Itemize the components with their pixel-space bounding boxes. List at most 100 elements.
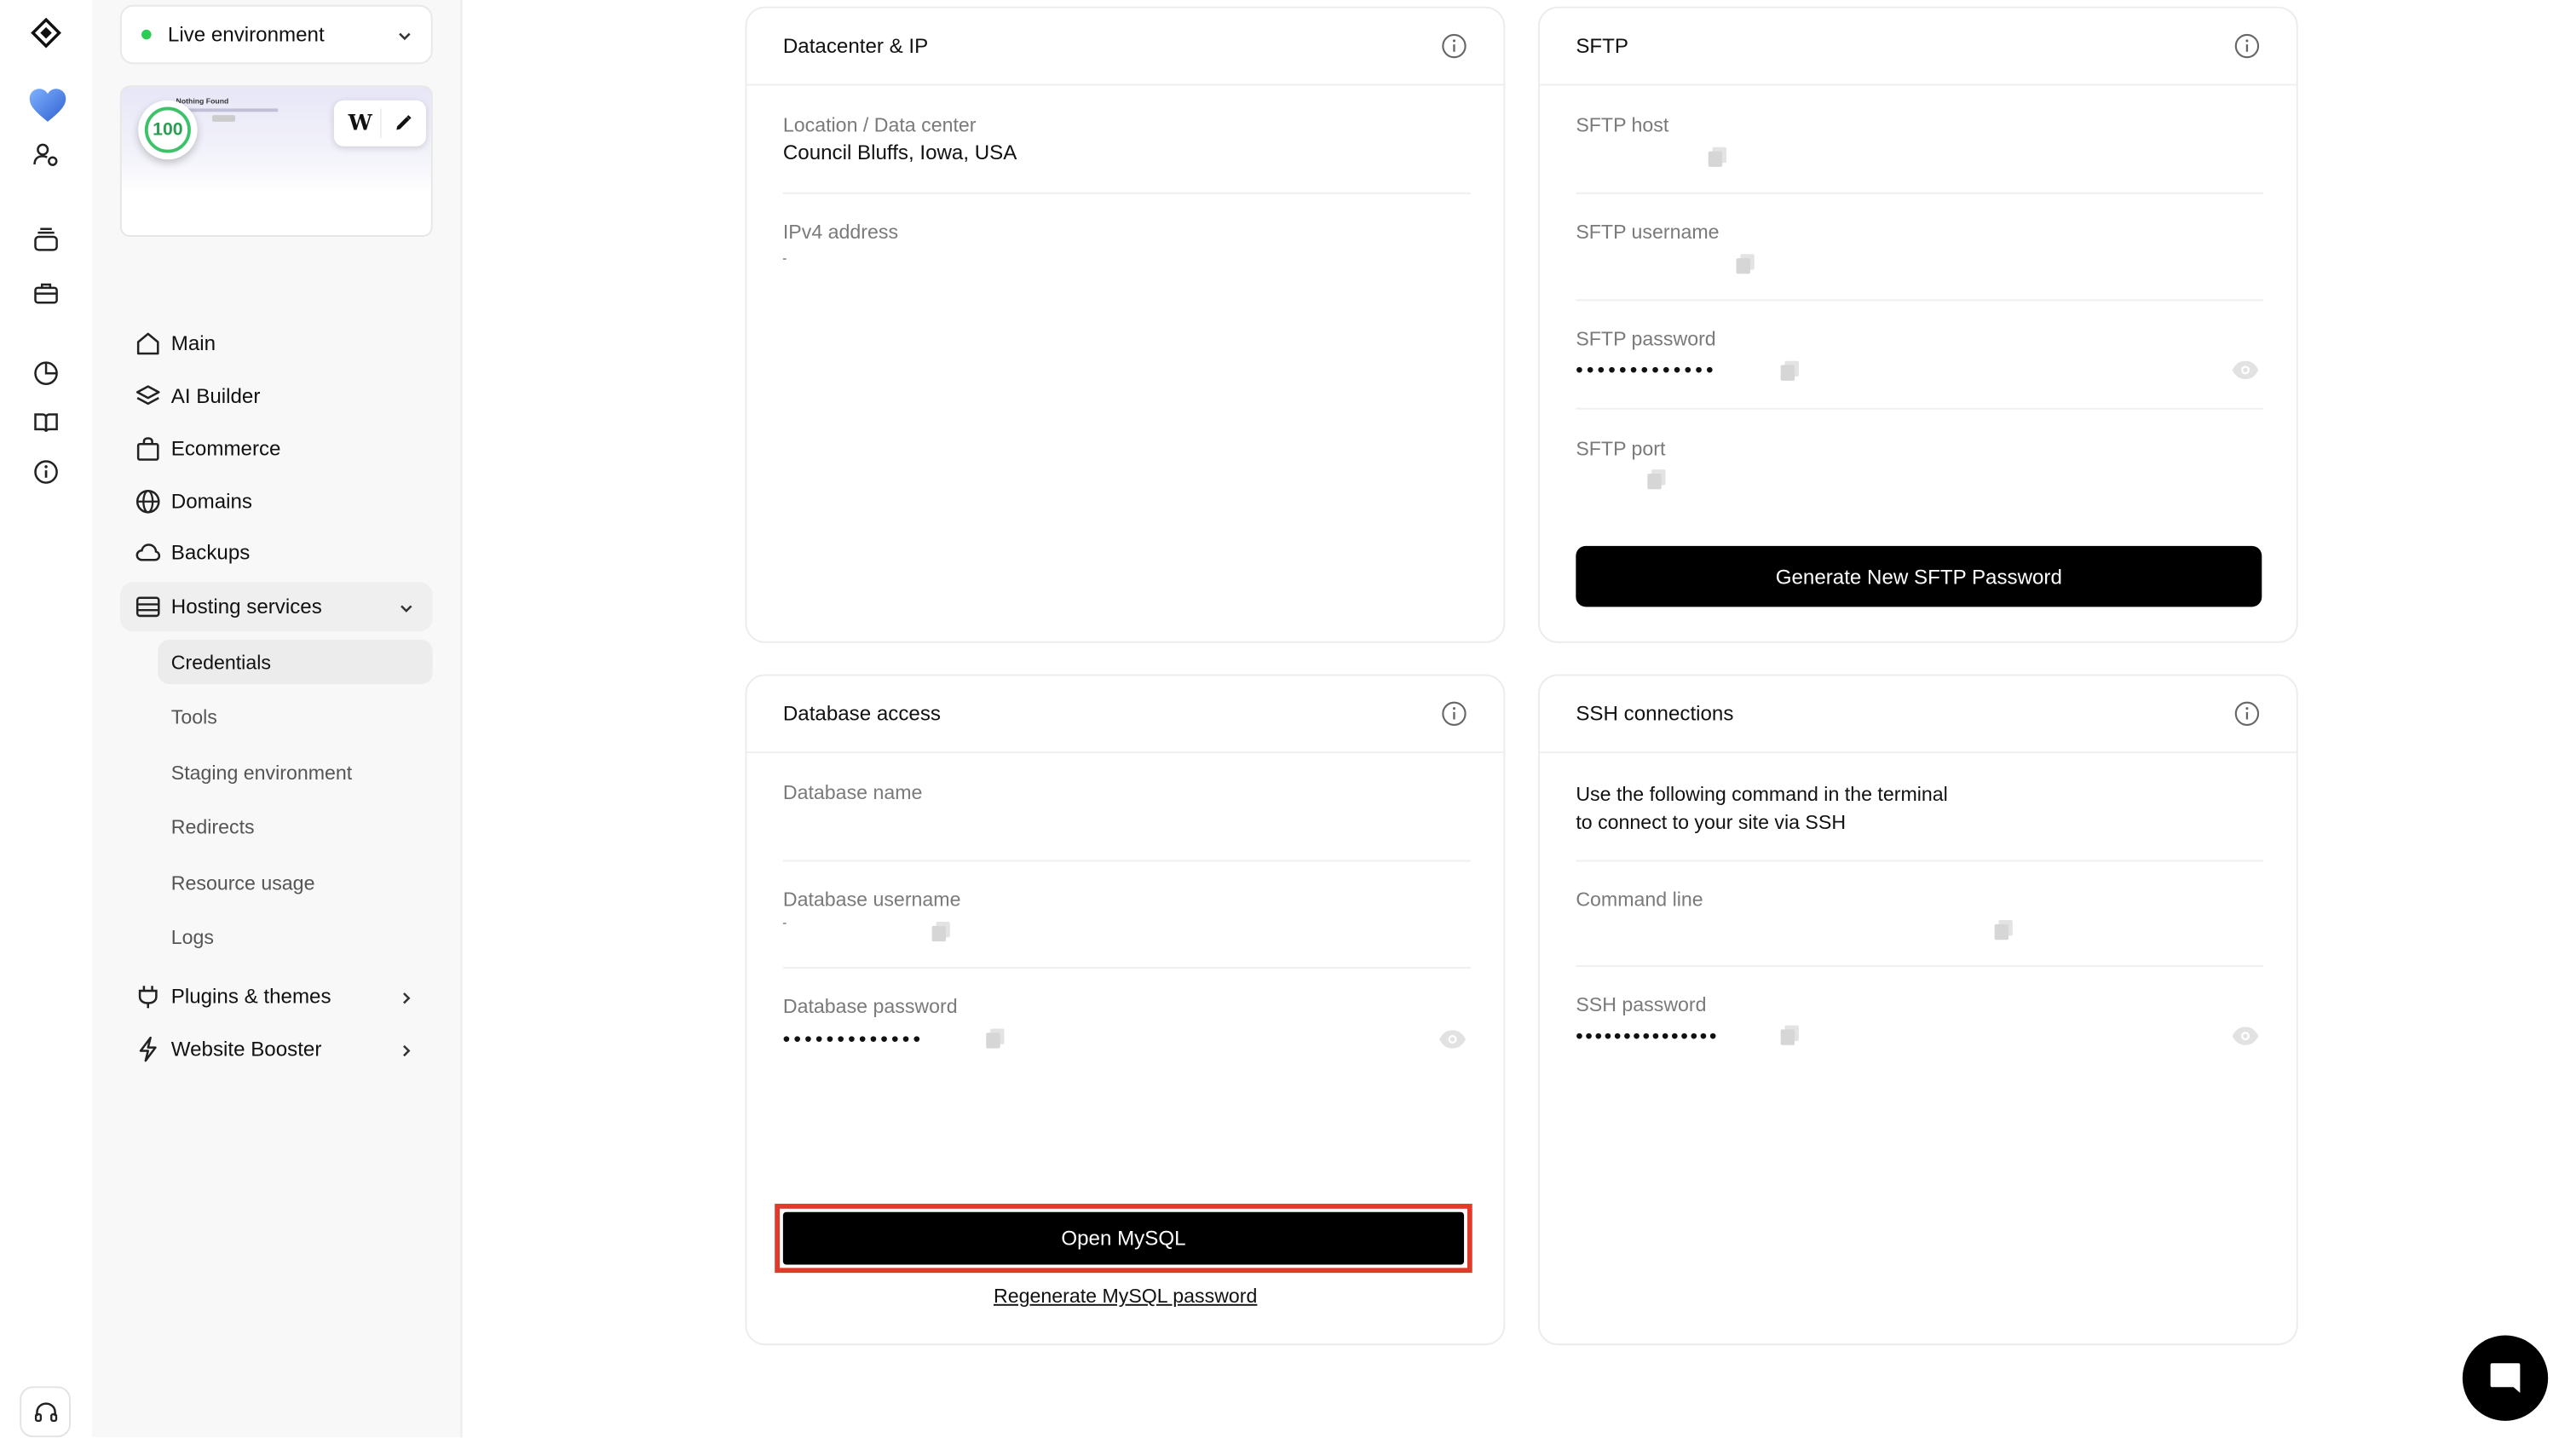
card-title: SFTP	[1576, 34, 1629, 58]
environment-label: Live environment	[167, 23, 325, 47]
database-name-label: Database name	[782, 780, 923, 804]
open-mysql-button[interactable]: Open MySQL	[782, 1211, 1465, 1265]
divider	[1576, 299, 2264, 302]
sidebar-item-label: Backups	[170, 541, 251, 565]
sidebar-item-label: Hosting services	[170, 595, 322, 618]
chevron-right-icon	[396, 986, 416, 1006]
ipv4-value	[782, 258, 787, 261]
copy-icon[interactable]	[1646, 469, 1666, 490]
divider	[782, 192, 1471, 194]
app-root: Live environment Nothing Found 100 W Mai…	[0, 0, 2576, 1438]
sftp-card: SFTP SFTP host SFTP username SFTP passwo…	[1537, 6, 2298, 643]
sidebar-subitem-label: Logs	[170, 924, 215, 948]
sidebar-item-backups[interactable]: Backups	[120, 528, 433, 578]
logo-icon[interactable]	[26, 13, 66, 52]
site-preview[interactable]: Nothing Found 100 W	[119, 85, 433, 237]
info-icon[interactable]	[32, 457, 61, 487]
sidebar-subitem-label: Staging environment	[170, 760, 353, 784]
sidebar-item-website-booster[interactable]: Website Booster	[120, 1025, 433, 1074]
chevron-down-icon	[395, 26, 414, 46]
environment-selector[interactable]: Live environment	[119, 4, 433, 65]
book-icon[interactable]	[32, 408, 61, 438]
sidebar-item-ai-builder[interactable]: AI Builder	[120, 371, 433, 421]
chat-launcher-button[interactable]	[2462, 1335, 2549, 1421]
divider	[1576, 407, 2264, 410]
sidebar-item-label: Plugins & themes	[170, 985, 331, 1009]
sidebar-item-hosting-services[interactable]: Hosting services	[119, 582, 433, 632]
copy-icon[interactable]	[1780, 360, 1800, 382]
plug-icon	[135, 983, 161, 1009]
ssh-card: SSH connections Use the following comman…	[1537, 674, 2298, 1346]
status-dot	[141, 29, 152, 40]
eye-icon[interactable]	[2231, 1025, 2261, 1048]
divider	[379, 108, 382, 139]
sidebar-subitem-label: Credentials	[170, 650, 271, 674]
sidebar-subitem-tools[interactable]: Tools	[158, 694, 432, 739]
stack-icon[interactable]	[32, 225, 61, 255]
card-header: Datacenter & IP	[746, 9, 1504, 86]
card-header: Database access	[746, 676, 1504, 754]
sidebar-item-domains[interactable]: Domains	[120, 477, 433, 526]
heart-icon[interactable]	[26, 83, 69, 126]
divider	[1576, 192, 2264, 194]
database-card: Database access Database name Database u…	[745, 674, 1506, 1346]
info-icon[interactable]	[1441, 33, 1467, 60]
sidebar-item-label: Website Booster	[170, 1038, 322, 1061]
ssh-password-label: SSH password	[1576, 992, 1707, 1016]
analytics-icon[interactable]	[32, 359, 61, 388]
divider	[1576, 965, 2264, 968]
sftp-password-label: SFTP password	[1576, 327, 1716, 351]
sidebar-subitem-redirects[interactable]: Redirects	[158, 804, 432, 848]
info-icon[interactable]	[1441, 700, 1467, 727]
edit-pencil-icon[interactable]	[389, 108, 418, 138]
home-icon	[135, 331, 161, 357]
divider	[782, 860, 1471, 862]
ssh-instructions-line2: to connect to your site via SSH	[1576, 810, 1847, 834]
location-value: Council Bluffs, Iowa, USA	[782, 141, 1017, 165]
sidebar-subitem-resource-usage[interactable]: Resource usage	[158, 860, 432, 905]
performance-score-value: 100	[144, 106, 191, 153]
regenerate-mysql-password-link[interactable]: Regenerate MySQL password	[994, 1285, 1257, 1308]
generate-sftp-password-button[interactable]: Generate New SFTP Password	[1576, 545, 2262, 607]
location-label: Location / Data center	[782, 113, 977, 137]
database-password-label: Database password	[782, 994, 958, 1018]
card-title: Datacenter & IP	[782, 34, 929, 58]
wordpress-icon[interactable]: W	[345, 108, 375, 138]
layers-icon	[135, 383, 161, 410]
copy-icon[interactable]	[1780, 1025, 1800, 1046]
eye-icon[interactable]	[2231, 359, 2261, 382]
command-line-label: Command line	[1576, 888, 1703, 912]
database-username-value	[782, 922, 787, 924]
briefcase-icon[interactable]	[32, 278, 61, 308]
sidebar-subitem-label: Resource usage	[170, 871, 315, 894]
support-button[interactable]	[20, 1386, 72, 1438]
info-icon[interactable]	[2233, 33, 2260, 60]
bolt-icon	[135, 1036, 161, 1062]
copy-icon[interactable]	[1994, 919, 2014, 940]
sftp-password-value: •••••••••••••	[1576, 358, 1718, 382]
divider	[782, 967, 1471, 969]
sidebar-item-ecommerce[interactable]: Ecommerce	[120, 424, 433, 474]
eye-icon[interactable]	[1438, 1028, 1467, 1051]
card-header: SFTP	[1539, 9, 2297, 86]
copy-icon[interactable]	[1736, 253, 1755, 274]
copy-icon[interactable]	[931, 921, 951, 942]
divider	[1576, 860, 2264, 862]
copy-icon[interactable]	[985, 1028, 1005, 1050]
copy-icon[interactable]	[1708, 147, 1727, 168]
sftp-port-label: SFTP port	[1576, 437, 1666, 461]
shopping-bag-icon	[135, 436, 161, 463]
sidebar-item-plugins-themes[interactable]: Plugins & themes	[120, 972, 433, 1021]
sidebar-subitem-label: Tools	[170, 705, 217, 728]
user-settings-icon[interactable]	[32, 140, 61, 170]
headset-icon	[32, 1398, 61, 1428]
chat-bubble-icon	[2486, 1359, 2525, 1398]
scaled-layout: Live environment Nothing Found 100 W Mai…	[0, 0, 2576, 1438]
info-icon[interactable]	[2233, 700, 2260, 727]
sidebar-subitem-staging-environment[interactable]: Staging environment	[158, 750, 432, 794]
sidebar-item-main[interactable]: Main	[120, 319, 433, 368]
sftp-username-label: SFTP username	[1576, 220, 1720, 244]
sidebar-subitem-logs[interactable]: Logs	[158, 914, 432, 958]
ssh-instructions-line1: Use the following command in the termina…	[1576, 782, 1948, 806]
sidebar-subitem-credentials[interactable]: Credentials	[158, 639, 433, 685]
